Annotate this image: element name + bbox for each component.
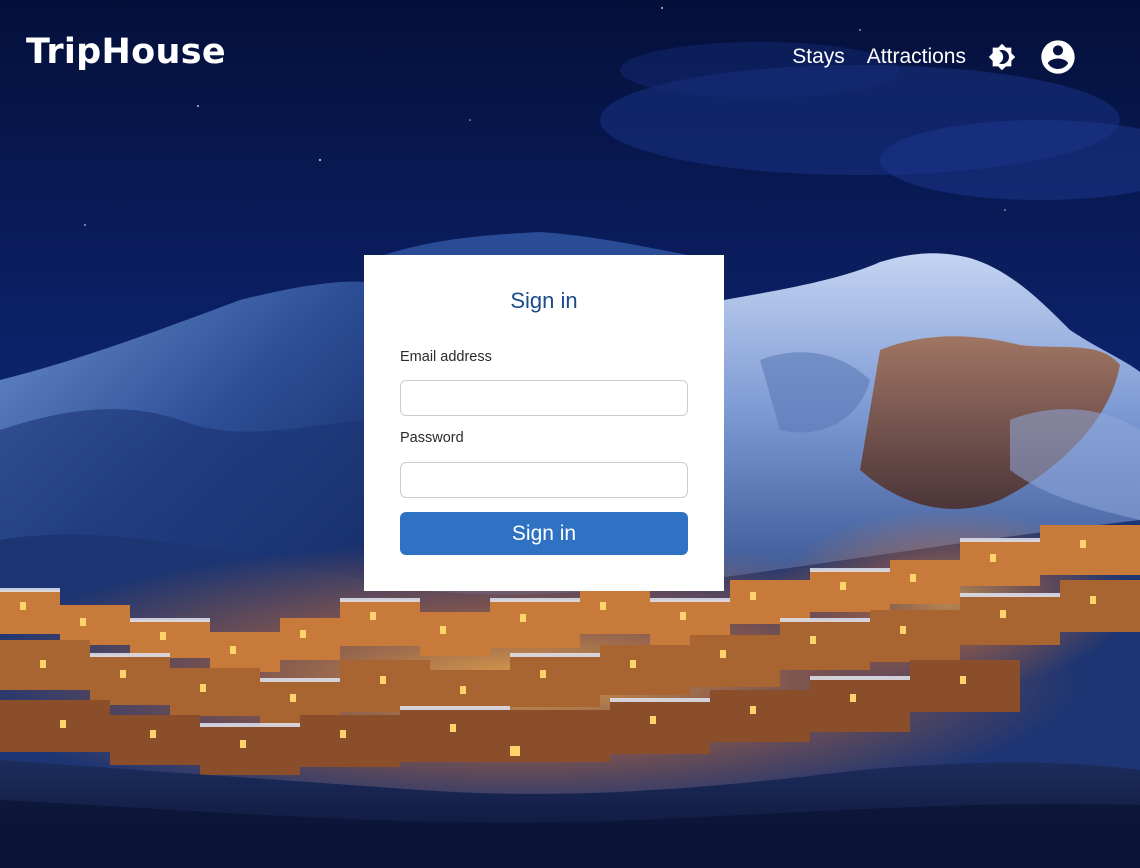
- top-nav-bar: TripHouse Stays Attractions: [0, 0, 1140, 112]
- signin-title: Sign in: [510, 288, 578, 313]
- site-logo[interactable]: TripHouse: [26, 30, 226, 74]
- account-circle-icon[interactable]: [1038, 37, 1078, 77]
- password-field[interactable]: [400, 462, 688, 498]
- signin-button[interactable]: Sign in: [400, 512, 688, 555]
- nav-menu: Stays Attractions: [792, 38, 1078, 76]
- email-label: Email address: [400, 349, 492, 365]
- nav-link-attractions[interactable]: Attractions: [867, 38, 966, 76]
- brightness-icon[interactable]: [988, 43, 1016, 71]
- signin-card: Sign in Email address Password Sign in: [364, 255, 724, 591]
- password-label: Password: [400, 430, 464, 446]
- nav-link-stays[interactable]: Stays: [792, 38, 845, 76]
- login-page: TripHouse Stays Attractions Sign in Emai…: [0, 0, 1140, 868]
- email-field[interactable]: [400, 380, 688, 416]
